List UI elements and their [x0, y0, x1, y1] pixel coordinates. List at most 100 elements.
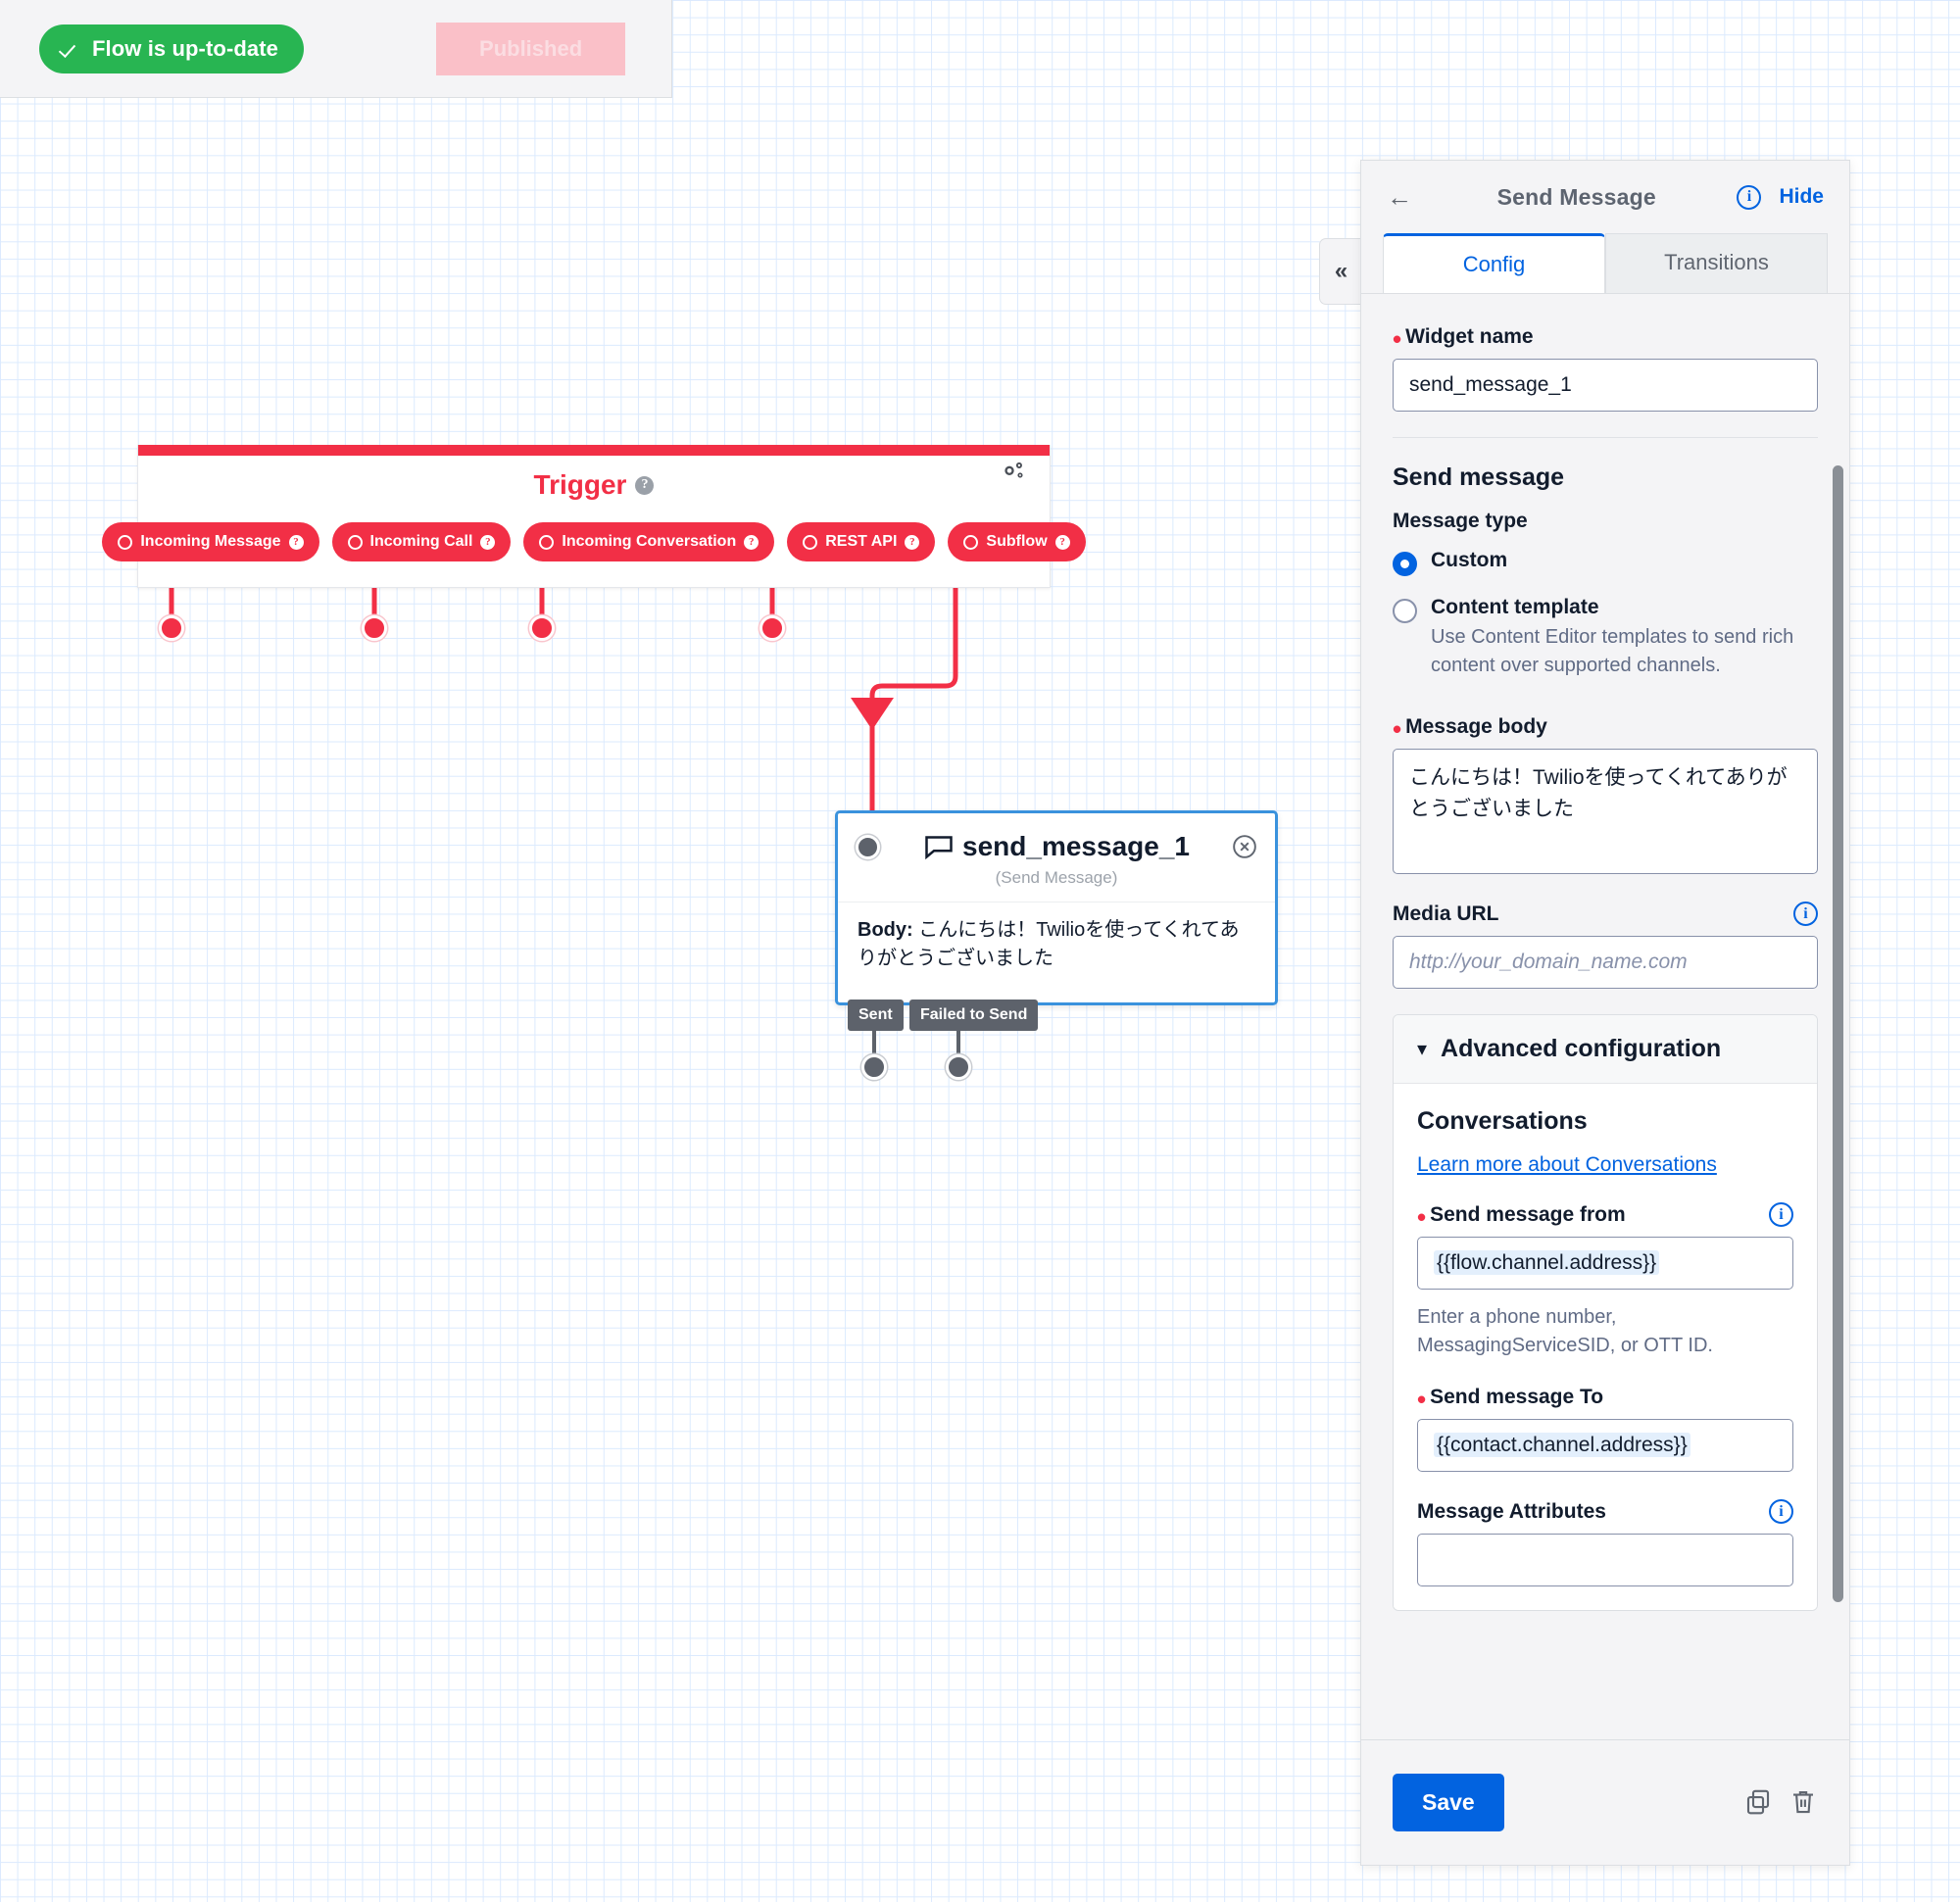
radio-content-template-icon[interactable]: [1393, 599, 1417, 623]
flow-status-badge: Flow is up-to-date: [39, 24, 305, 73]
chevron-down-icon: ▾: [1417, 1039, 1428, 1060]
send-message-from-input[interactable]: {{flow.channel.address}}: [1417, 1237, 1793, 1290]
radio-option-content-template[interactable]: Content template Use Content Editor temp…: [1393, 596, 1818, 680]
message-body-input[interactable]: こんにちは！Twilioを使ってくれてありがとうございました: [1393, 749, 1818, 874]
trigger-pill-label: Subflow: [986, 533, 1048, 550]
media-url-input[interactable]: http://your_domain_name.com: [1393, 936, 1818, 989]
radio-custom-icon[interactable]: [1393, 552, 1417, 576]
trigger-pill-subflow[interactable]: Subflow ?: [948, 522, 1086, 561]
output-label-sent[interactable]: Sent: [848, 1000, 904, 1031]
advanced-configuration-body: Conversations Learn more about Conversat…: [1394, 1084, 1817, 1610]
send-message-widget-name: send_message_1: [962, 831, 1190, 861]
trigger-pill-list: Incoming Message ? Incoming Call ? Incom…: [102, 522, 1086, 561]
tab-config[interactable]: Config: [1383, 233, 1605, 294]
radio-content-template-help: Use Content Editor templates to send ric…: [1431, 626, 1794, 676]
trigger-pill-incoming-call[interactable]: Incoming Call ?: [331, 522, 512, 561]
message-type-label: Message type: [1393, 510, 1528, 532]
send-message-widget-subtitle: (Send Message): [838, 868, 1275, 902]
info-icon[interactable]: i: [1793, 902, 1818, 926]
close-circle-icon[interactable]: [1232, 834, 1257, 859]
media-url-label: Media URL: [1393, 902, 1499, 925]
advanced-configuration-title: Advanced configuration: [1441, 1035, 1722, 1062]
output-dot-sent[interactable]: [861, 1054, 887, 1080]
advanced-configuration-header[interactable]: ▾ Advanced configuration: [1394, 1015, 1817, 1084]
trigger-pill-incoming-message[interactable]: Incoming Message ?: [102, 522, 319, 561]
panel-header: ← Send Message i Hide: [1361, 161, 1849, 233]
output-dot-incoming-conversation[interactable]: [529, 615, 555, 641]
output-dot-incoming-message[interactable]: [159, 615, 184, 641]
info-icon[interactable]: i: [1769, 1202, 1793, 1227]
trigger-pill-label: REST API: [825, 533, 898, 550]
trigger-pill-label: Incoming Call: [369, 533, 473, 550]
message-attributes-input[interactable]: [1417, 1534, 1793, 1586]
output-dot-rest-api[interactable]: [760, 615, 785, 641]
radio-option-custom[interactable]: Custom: [1393, 549, 1818, 576]
question-mark-icon[interactable]: ?: [480, 534, 496, 550]
hide-panel-button[interactable]: Hide: [1779, 185, 1824, 209]
trigger-widget[interactable]: Trigger ? Incoming Message ? Incoming Ca…: [102, 445, 1086, 588]
send-message-heading: Send message: [1393, 463, 1565, 491]
radio-content-template-label: Content template: [1431, 596, 1599, 618]
panel-title: Send Message: [1496, 183, 1656, 210]
send-message-widget-header: send_message_1: [838, 813, 1275, 862]
send-message-to-input[interactable]: {{contact.channel.address}}: [1417, 1419, 1793, 1472]
trash-icon[interactable]: [1788, 1787, 1818, 1819]
send-message-widget-title-row: send_message_1: [892, 831, 1222, 862]
output-dot-failed-to-send[interactable]: [946, 1054, 971, 1080]
chevron-double-left-icon: «: [1334, 258, 1348, 284]
send-message-widget-body-text: こんにちは！Twilioを使ってくれてありがとうございました: [858, 919, 1240, 969]
send-message-to-value: {{contact.channel.address}}: [1434, 1433, 1690, 1457]
message-attributes-label-row: Message Attributes i: [1417, 1499, 1793, 1524]
panel-collapse-button[interactable]: «: [1319, 238, 1362, 305]
connector-dot-icon: [963, 534, 979, 550]
gears-icon[interactable]: [997, 458, 1026, 485]
info-icon[interactable]: i: [1769, 1499, 1793, 1524]
learn-more-conversations-link[interactable]: Learn more about Conversations: [1417, 1153, 1717, 1177]
send-message-from-help: Enter a phone number, MessagingServiceSI…: [1417, 1306, 1713, 1356]
connector-dot-icon: [118, 534, 133, 550]
info-icon[interactable]: i: [1737, 184, 1762, 210]
chat-bubble-icon: [925, 835, 953, 859]
send-message-from-value: {{flow.channel.address}}: [1434, 1250, 1660, 1275]
widget-config-panel: ← Send Message i Hide Config Transitions…: [1360, 160, 1850, 1866]
question-mark-icon[interactable]: ?: [288, 534, 304, 550]
output-label-failed-to-send[interactable]: Failed to Send: [909, 1000, 1039, 1031]
send-message-widget[interactable]: send_message_1 (Send Message) Body: こんにち…: [835, 810, 1278, 1005]
send-message-from-label: Send message from: [1430, 1202, 1626, 1226]
question-mark-icon[interactable]: ?: [905, 534, 920, 550]
widget-name-label: Widget name: [1393, 325, 1818, 349]
trigger-pill-label: Incoming Conversation: [562, 533, 737, 550]
connector-dot-icon: [539, 534, 555, 550]
widget-name-input[interactable]: send_message_1: [1393, 359, 1818, 412]
panel-scrollbar-thumb[interactable]: [1833, 465, 1843, 1602]
published-badge: Published: [436, 22, 626, 75]
trigger-accent-bar: [138, 445, 1050, 456]
flow-status-label: Flow is up-to-date: [92, 35, 279, 61]
question-mark-icon[interactable]: ?: [744, 534, 760, 550]
advanced-configuration-section: ▾ Advanced configuration Conversations L…: [1393, 1014, 1818, 1611]
question-mark-icon[interactable]: ?: [635, 475, 655, 495]
media-url-label-row: Media URL i: [1393, 902, 1818, 926]
output-dot-incoming-call[interactable]: [362, 615, 387, 641]
trigger-pill-rest-api[interactable]: REST API ?: [787, 522, 936, 561]
trigger-title: Trigger: [533, 469, 627, 500]
message-body-label: Message body: [1393, 715, 1818, 739]
widget-input-dot[interactable]: [856, 834, 880, 859]
send-message-widget-body-label: Body:: [858, 919, 913, 941]
send-message-from-label-row: Send message from i: [1417, 1202, 1793, 1227]
trigger-pill-incoming-conversation[interactable]: Incoming Conversation ?: [523, 522, 775, 561]
flow-status-bar: Flow is up-to-date Published: [0, 0, 672, 98]
arrow-left-icon[interactable]: ←: [1387, 184, 1416, 210]
tab-transitions[interactable]: Transitions: [1605, 233, 1828, 294]
conversations-heading: Conversations: [1417, 1107, 1588, 1135]
question-mark-icon[interactable]: ?: [1054, 534, 1070, 550]
trigger-pill-label: Incoming Message: [140, 533, 281, 550]
message-attributes-label: Message Attributes: [1417, 1499, 1606, 1523]
panel-scroll-area[interactable]: Widget name send_message_1 Send message …: [1361, 293, 1849, 1739]
trigger-title-row: Trigger ?: [138, 469, 1050, 501]
panel-footer: Save: [1361, 1739, 1849, 1865]
connector-dot-icon: [347, 534, 363, 550]
copy-icon[interactable]: [1743, 1787, 1773, 1819]
save-button[interactable]: Save: [1393, 1774, 1504, 1831]
send-message-to-label: Send message To: [1417, 1386, 1793, 1409]
